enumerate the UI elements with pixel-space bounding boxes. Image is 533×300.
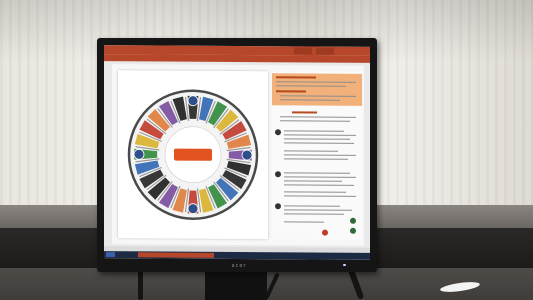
note-line [284,130,344,133]
note-bullet-icon [275,171,281,178]
window-control[interactable] [294,47,312,55]
taskbar-item[interactable] [212,253,250,258]
note-line [284,213,344,216]
note-line [284,180,342,183]
editor-canvas [112,64,364,246]
note-line [284,195,356,198]
note-heading [292,111,317,114]
note-bullet-icon [275,129,281,136]
center-label-box [174,148,212,161]
note-line [284,158,348,161]
ribbon-tabs [104,54,370,63]
cable [138,268,143,300]
note-line [284,221,324,223]
note-badge-icon [350,227,356,234]
note-line [284,191,346,194]
monitor-stand [205,270,267,300]
note-line [284,209,352,212]
wheel-badge-icon [187,203,199,215]
start-icon[interactable] [106,252,115,258]
note-badge-icon [322,229,328,236]
power-led [343,264,346,266]
note-line [284,184,354,187]
wheel-diagram [127,89,259,220]
note-line [284,176,356,179]
window-control[interactable] [316,47,334,55]
note-line [280,120,350,123]
monitor-brand: acer [231,263,247,269]
note-line [284,172,350,175]
note-line [280,116,356,119]
taskbar-item[interactable] [138,252,176,258]
note-line [284,154,356,157]
wheel-badge-icon [133,148,145,160]
note-bullet-icon [275,203,281,210]
note-line [284,150,338,153]
slide[interactable] [118,70,268,240]
note-heading [276,90,306,93]
wheel-badge-icon [241,149,253,161]
taskbar-item[interactable] [250,253,288,258]
note-heading [276,76,316,79]
note-line [284,205,340,208]
screen [104,45,370,260]
note-line [284,138,350,141]
note-line [284,142,354,145]
notes-panel [272,71,362,240]
note-badge-icon [350,217,356,224]
note-line [284,134,356,137]
taskbar-item[interactable] [176,252,214,258]
wheel-badge-icon [187,95,199,107]
